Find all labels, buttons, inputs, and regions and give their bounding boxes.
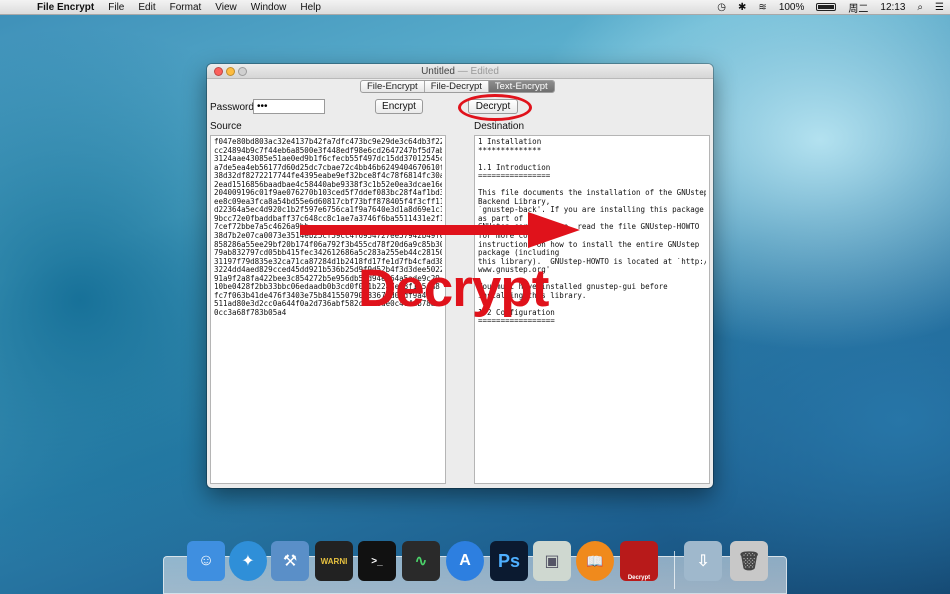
source-line: 2ead1516856baadbae4c58440abe9338f3c1b52e… [214, 180, 442, 189]
menu-app-name[interactable]: File Encrypt [30, 2, 101, 13]
menu-help[interactable]: Help [293, 2, 328, 13]
wifi-icon[interactable]: ≋ [752, 2, 772, 13]
source-line: f047e80bd803ac32e4137b42fa7dfc473bc9e29d… [214, 138, 442, 146]
finder-icon[interactable]: ☺ [187, 541, 225, 581]
console-icon[interactable]: WARNI [315, 541, 353, 581]
downloads-folder-icon[interactable]: ⇩ [684, 541, 722, 581]
annotation-arrow-head [528, 212, 580, 248]
time-machine-icon[interactable]: ◷ [711, 2, 732, 13]
destination-label: Destination [474, 121, 525, 132]
source-line: a7de5ea4eb56177d60d25dc7cbae72c4bb46b624… [214, 163, 442, 172]
source-line: 858286a55ee29bf20b174f06a792f3b455cd78f2… [214, 240, 442, 249]
annotation-arrow-shaft [300, 225, 530, 235]
day-label[interactable]: 周二 [842, 0, 874, 15]
window-title: Untitled — Edited [207, 66, 713, 77]
destination-line: `gnustep-back'. If you are installing th… [478, 206, 704, 215]
hammer-icon[interactable]: ⚒ [271, 541, 309, 581]
edited-indicator: — Edited [457, 66, 499, 77]
menu-window[interactable]: Window [244, 2, 294, 13]
notification-center-icon[interactable]: ☰ [929, 2, 950, 13]
source-label: Source [210, 121, 242, 132]
source-line: 204009196c01f9ae076270b103ced5f7ddef083b… [214, 189, 442, 198]
source-line: 3124aae43085e51ae0ed9b1f6cfecb55f497dc15… [214, 155, 442, 164]
destination-line: 1 Installation [478, 138, 542, 146]
source-line: 9bcc72e0fbaddbaff37c648cc8c1ae7a3746f6ba… [214, 214, 442, 223]
annotation-decrypt-text: Decrypt [358, 259, 549, 318]
lock-icon[interactable]: Decrypt [620, 541, 658, 581]
battery-percent[interactable]: 100% [773, 2, 811, 13]
destination-line: ************** [478, 146, 542, 155]
destination-line [478, 181, 706, 190]
encrypt-button[interactable]: Encrypt [375, 99, 423, 114]
tab-file-decrypt[interactable]: File-Decrypt [425, 81, 489, 92]
title-bar[interactable]: Untitled — Edited [207, 64, 713, 79]
source-line: cc24894b9c7f44eb6a8500e3f448edf98e6cd264… [214, 146, 442, 155]
compass-icon[interactable]: ✦ [229, 541, 267, 581]
destination-line: instructions on how to install the entir… [478, 240, 700, 249]
menu-edit[interactable]: Edit [131, 2, 162, 13]
menu-file[interactable]: File [101, 2, 131, 13]
photoshop-icon[interactable]: Ps [490, 541, 528, 581]
menu-format[interactable]: Format [163, 2, 209, 13]
clock[interactable]: 12:13 [874, 2, 911, 13]
preview-icon[interactable]: ▣ [533, 541, 571, 581]
trash-icon[interactable]: 🗑 [730, 541, 768, 581]
source-line: d22364a5ec4d920c1b2f597e6756ca1f9a7640e3… [214, 206, 442, 215]
destination-line: as part of the [478, 214, 542, 223]
source-line: ee8c09ea3fca8a54bd55e6d60817cbf73bff8784… [214, 197, 442, 206]
destination-line: ================= [478, 317, 555, 326]
destination-line: 1.1 Introduction [478, 163, 551, 172]
terminal-icon[interactable]: >_ [358, 541, 396, 581]
document-title: Untitled [421, 66, 455, 77]
destination-line: package (including [478, 249, 560, 258]
destination-line: Backend Library, [478, 197, 551, 206]
book-icon[interactable]: 📖 [576, 541, 614, 581]
activity-monitor-icon[interactable]: ∿ [402, 541, 440, 581]
destination-line [478, 155, 706, 164]
menu-bar: File Encrypt File Edit Format View Windo… [0, 0, 950, 15]
bluetooth-icon[interactable]: ✱ [732, 2, 752, 13]
tab-text-encrypt[interactable]: Text-Encrypt [488, 81, 554, 92]
spotlight-icon[interactable]: ⌕ [911, 2, 929, 13]
battery-icon[interactable] [810, 2, 842, 13]
status-area: ◷ ✱ ≋ 100% 周二 12:13 ⌕ ☰ [711, 0, 950, 15]
tab-file-encrypt[interactable]: File-Encrypt [361, 81, 425, 92]
menu-view[interactable]: View [208, 2, 244, 13]
tab-bar: File-Encrypt File-Decrypt Text-Encrypt [360, 80, 555, 93]
destination-line: ================ [478, 172, 551, 181]
source-line: 38d32df8272217744fe4395eabe9ef32bce8f4c7… [214, 172, 442, 181]
highlight-circle [458, 94, 532, 121]
dock-separator [674, 551, 675, 589]
destination-line: This file documents the installation of … [478, 189, 706, 198]
password-label: Password [210, 102, 254, 113]
password-field[interactable]: ••• [253, 99, 325, 114]
source-line: 79ab832797cd05bb415fec342612686a5c283a25… [214, 249, 442, 258]
app-store-icon[interactable]: A [446, 541, 484, 581]
